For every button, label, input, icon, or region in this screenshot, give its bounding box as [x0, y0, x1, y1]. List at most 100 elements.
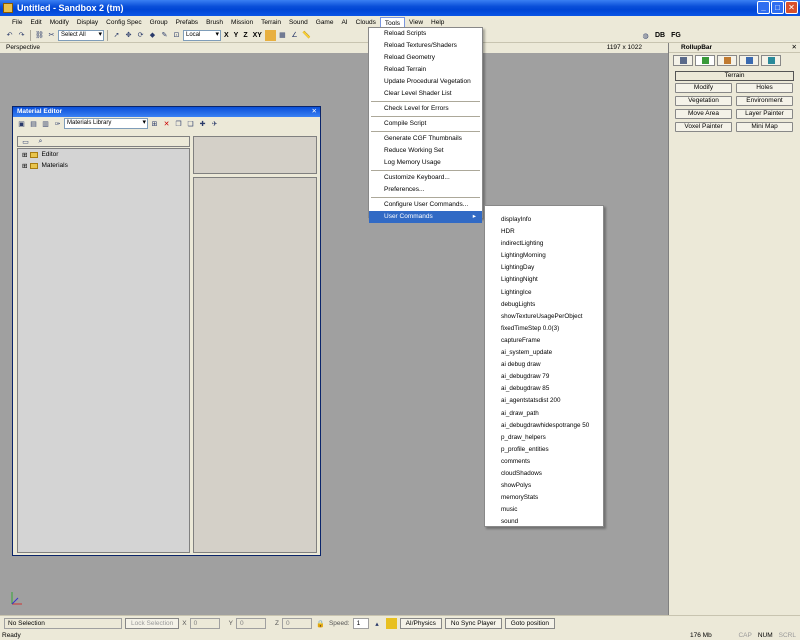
pick-material-icon[interactable]: ✑	[52, 118, 63, 129]
material-editor-close-icon[interactable]: ✕	[312, 107, 317, 117]
y-coordinate-field[interactable]: 0	[235, 618, 266, 629]
tools-menu-item[interactable]: Clear Level Shader List	[369, 88, 482, 100]
angle-snap-icon[interactable]: ∠	[289, 30, 300, 41]
terrain-environment-button[interactable]: Environment	[736, 96, 793, 106]
material-tree[interactable]: ⊞ Editor ⊞ Materials	[17, 148, 190, 553]
menu-clouds[interactable]: Clouds	[352, 17, 380, 28]
menu-game[interactable]: Game	[312, 17, 338, 28]
menu-brush[interactable]: Brush	[202, 17, 227, 28]
terrain-mini-map-button[interactable]: Mini Map	[736, 122, 793, 132]
menu-config-spec[interactable]: Config Spec	[102, 17, 145, 28]
menu-display[interactable]: Display	[73, 17, 102, 28]
maximize-button[interactable]: □	[771, 1, 784, 14]
axis-y-button[interactable]: Y	[232, 32, 241, 39]
menu-view[interactable]: View	[405, 17, 427, 28]
add-material-icon[interactable]: ▣	[16, 118, 27, 129]
tools-menu-item[interactable]: Preferences...	[369, 184, 482, 196]
user-command-item[interactable]: comments	[485, 456, 603, 468]
user-command-item[interactable]: ai_debugdraw 85	[485, 383, 603, 395]
user-command-item[interactable]: music	[485, 504, 603, 516]
select-icon[interactable]: ➚	[111, 30, 122, 41]
tree-search-icon[interactable]: ⌕	[35, 136, 46, 147]
rollup-close-icon[interactable]: ✕	[792, 43, 797, 53]
expand-plus-icon[interactable]: ⊞	[22, 162, 27, 170]
tree-item[interactable]: ⊞ Editor	[18, 149, 189, 160]
tools-menu-item[interactable]: Customize Keyboard...	[369, 172, 482, 184]
game-mode-icon[interactable]	[385, 618, 397, 629]
speed-spin-icon[interactable]: ▴	[372, 618, 383, 629]
snap-icon[interactable]: ⊡	[171, 30, 182, 41]
user-command-item[interactable]: LightingDay	[485, 262, 603, 274]
library-select[interactable]: Materials Library	[64, 118, 148, 129]
material-properties[interactable]	[193, 177, 317, 553]
user-command-item[interactable]: fixedTimeStep 0.0(3)	[485, 323, 603, 335]
plane-icon[interactable]: ✈	[209, 118, 220, 129]
user-command-item[interactable]: p_draw_helpers	[485, 432, 603, 444]
terrain-modify-button[interactable]: Modify	[675, 83, 732, 93]
lock-icon[interactable]: 🔒	[315, 618, 326, 629]
tools-menu-item[interactable]: Configure User Commands...	[369, 199, 482, 211]
paste-icon[interactable]: ❏	[185, 118, 196, 129]
paint-icon[interactable]: ✎	[159, 30, 170, 41]
user-command-item[interactable]: displayInfo	[485, 214, 603, 226]
axis-xy-button[interactable]: XY	[251, 32, 264, 39]
menu-file[interactable]: File	[8, 17, 26, 28]
rotate-icon[interactable]: ⟳	[135, 30, 146, 41]
ai-physics-button[interactable]: AI/Physics	[399, 618, 442, 629]
lock-selection-button[interactable]: Lock Selection	[125, 618, 180, 629]
speed-field[interactable]: 1	[352, 618, 369, 629]
user-command-item[interactable]: showTextureUsagePerObject	[485, 311, 603, 323]
user-command-item[interactable]: sound	[485, 516, 603, 528]
axis-x-button[interactable]: X	[222, 32, 231, 39]
tools-menu-item[interactable]: Compile Script	[369, 118, 482, 130]
terrain-voxel-painter-button[interactable]: Voxel Painter	[675, 122, 732, 132]
fg-button[interactable]: FG	[669, 32, 683, 39]
z-coordinate-field[interactable]: 0	[281, 618, 312, 629]
user-command-item[interactable]: LightingIce	[485, 287, 603, 299]
coord-system-combo[interactable]: Local	[183, 29, 221, 41]
user-command-item[interactable]: p_profile_entities	[485, 444, 603, 456]
user-command-item[interactable]: LightingNight	[485, 274, 603, 286]
menu-ai[interactable]: AI	[337, 17, 351, 28]
tools-menu-item[interactable]: Log Memory Usage	[369, 157, 482, 169]
rollup-tab-4[interactable]	[739, 55, 759, 66]
user-command-item[interactable]: ai_draw_path	[485, 408, 603, 420]
rollup-tab-3[interactable]	[717, 55, 737, 66]
close-button[interactable]: ✕	[785, 1, 798, 14]
terrain-holes-button[interactable]: Holes	[736, 83, 793, 93]
user-command-item[interactable]: ai_debugdrawhidespotrange 50	[485, 420, 603, 432]
tree-item[interactable]: ⊞ Materials	[18, 160, 189, 171]
user-command-item[interactable]: ai debug draw	[485, 359, 603, 371]
expand-plus-icon[interactable]: ⊞	[22, 151, 27, 159]
undo-icon[interactable]: ↶	[4, 30, 15, 41]
selection-combo[interactable]: Select All	[58, 29, 104, 41]
menu-terrain[interactable]: Terrain	[257, 17, 285, 28]
menu-modify[interactable]: Modify	[46, 17, 73, 28]
tools-menu-item[interactable]: Reduce Working Set	[369, 145, 482, 157]
scale-icon[interactable]: ◆	[147, 30, 158, 41]
tools-menu-item[interactable]: Check Level for Errors	[369, 103, 482, 115]
tree-filter-icon[interactable]: ▭	[20, 136, 31, 147]
user-command-item[interactable]: cloudShadows	[485, 468, 603, 480]
user-command-item[interactable]: memoryStats	[485, 492, 603, 504]
terrain-snap-icon[interactable]	[264, 29, 276, 41]
tools-menu-item[interactable]: Reload Scripts	[369, 28, 482, 40]
move-icon[interactable]: ✥	[123, 30, 134, 41]
menu-group[interactable]: Group	[146, 17, 172, 28]
ruler-icon[interactable]: 📏	[301, 30, 312, 41]
goto-position-button[interactable]: Goto position	[504, 618, 556, 629]
tools-menu-item-user-commands[interactable]: User Commands ▸	[369, 211, 482, 223]
sync-player-button[interactable]: No Sync Player	[444, 618, 502, 629]
delete-icon[interactable]: ✕	[161, 118, 172, 129]
tools-menu-item[interactable]: Reload Textures/Shaders	[369, 40, 482, 52]
terrain-layer-painter-button[interactable]: Layer Painter	[736, 109, 793, 119]
rollup-tab-5[interactable]	[761, 55, 781, 66]
link-icon[interactable]: ⛓	[34, 30, 45, 41]
redo-icon[interactable]: ↷	[16, 30, 27, 41]
menu-tools[interactable]: Tools	[379, 16, 406, 28]
axis-z-button[interactable]: Z	[241, 32, 249, 39]
assign-material-icon[interactable]: ▥	[40, 118, 51, 129]
tools-menu-item[interactable]: Reload Terrain	[369, 64, 482, 76]
menu-help[interactable]: Help	[427, 17, 448, 28]
user-command-item[interactable]: ai_system_update	[485, 347, 603, 359]
